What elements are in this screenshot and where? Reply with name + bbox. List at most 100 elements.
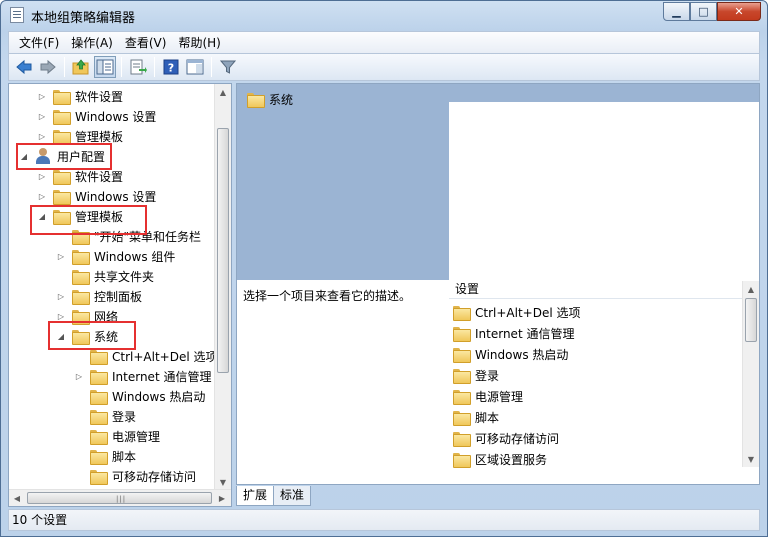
tree-item[interactable]: 共享文件夹 (56, 266, 154, 286)
scroll-right-arrow[interactable]: ▶ (214, 490, 230, 506)
list-item-label: Ctrl+Alt+Del 选项 (475, 305, 581, 320)
forward-button[interactable] (37, 56, 59, 78)
filter-button[interactable] (217, 56, 239, 78)
list-vertical-scrollbar[interactable]: ▲ ▼ (742, 281, 759, 467)
folder-icon (453, 368, 471, 384)
folder-icon (53, 189, 71, 205)
tab-extended[interactable]: 扩展 (236, 486, 275, 506)
list-item[interactable]: 电源管理 (453, 386, 523, 406)
title-bar[interactable]: 本地组策略编辑器 ▁ □ ✕ (1, 1, 767, 29)
tree-horizontal-scrollbar[interactable]: ◀ ||| ▶ (9, 489, 231, 506)
up-folder-button[interactable] (70, 56, 92, 78)
list-item[interactable]: Ctrl+Alt+Del 选项 (453, 302, 580, 322)
show-hide-tree-icon (96, 59, 114, 75)
scroll-down-arrow[interactable]: ▼ (743, 451, 759, 467)
tree-item[interactable]: ◢ 用户配置 (19, 146, 105, 166)
expanded-arrow-icon[interactable]: ◢ (19, 151, 29, 161)
collapsed-arrow-icon[interactable]: ▷ (37, 131, 47, 141)
main-window: 本地组策略编辑器 ▁ □ ✕ 文件(F) 操作(A) 查看(V) 帮助(H) ?… (0, 0, 768, 537)
minimize-icon: ▁ (672, 5, 681, 18)
tree-item[interactable]: Windows 热启动 (74, 386, 205, 406)
collapsed-arrow-icon[interactable]: ▷ (37, 191, 47, 201)
tree-item[interactable]: 可移动存储访问 (74, 466, 196, 486)
list-item[interactable]: 可移动存储访问 (453, 428, 559, 448)
help-button[interactable]: ? (160, 56, 182, 78)
menu-action[interactable]: 操作(A) (65, 33, 119, 53)
list-item[interactable]: 脚本 (453, 407, 499, 427)
tree-item-label: 可移动存储访问 (112, 469, 197, 484)
tree-item[interactable]: 脚本 (74, 446, 136, 466)
tree-item[interactable]: ▷ Windows 设置 (37, 186, 156, 206)
menu-help[interactable]: 帮助(H) (172, 33, 226, 53)
close-button[interactable]: ✕ (717, 2, 761, 21)
menu-view[interactable]: 查看(V) (119, 33, 173, 53)
collapsed-arrow-icon[interactable]: ▷ (56, 311, 66, 321)
back-button[interactable] (13, 56, 35, 78)
collapsed-arrow-icon[interactable]: ▷ (37, 111, 47, 121)
grip-icon: ||| (116, 495, 127, 503)
tree-item[interactable]: 登录 (74, 406, 136, 426)
tree-item[interactable]: ▷ 网络 (56, 306, 118, 326)
scroll-up-arrow[interactable]: ▲ (215, 84, 231, 100)
scroll-up-arrow[interactable]: ▲ (743, 281, 759, 297)
list-item[interactable]: 区域设置服务 (453, 449, 547, 469)
collapsed-arrow-icon[interactable]: ▷ (56, 291, 66, 301)
tree-item-label: Windows 组件 (94, 249, 176, 264)
tree-item[interactable]: ▷ Windows 组件 (56, 246, 175, 266)
list-item[interactable]: 登录 (453, 365, 499, 385)
tree-item[interactable]: ▷ 软件设置 (37, 86, 123, 106)
tab-standard[interactable]: 标准 (273, 486, 312, 506)
list-item[interactable]: Internet 通信管理 (453, 323, 574, 343)
triangle-up-icon: ▲ (219, 87, 227, 97)
tree-item[interactable]: Ctrl+Alt+Del 选项 (74, 346, 217, 366)
tree-vertical-scrollbar[interactable]: ▲ ▼ (214, 84, 231, 490)
expanded-arrow-icon[interactable]: ◢ (56, 331, 66, 341)
tree-item[interactable]: 电源管理 (74, 426, 160, 446)
toolbar-separator (154, 57, 155, 77)
tree-item[interactable]: ▷ 管理模板 (37, 126, 123, 146)
tree-item[interactable]: ◢ 管理模板 (37, 206, 123, 226)
folder-icon (453, 389, 471, 405)
details-header-title: 系统 (247, 91, 293, 108)
list-item-label: Windows 热启动 (475, 347, 569, 362)
window-controls: ▁ □ ✕ (663, 2, 761, 21)
tree-item[interactable]: ▷ Windows 设置 (37, 106, 156, 126)
folder-icon (53, 89, 71, 105)
export-list-button[interactable] (127, 56, 149, 78)
folder-icon (53, 129, 71, 145)
toolbar-separator (64, 57, 65, 77)
folder-icon (90, 429, 108, 445)
tree-item[interactable]: ▷ 控制面板 (56, 286, 142, 306)
list-item-label: 可移动存储访问 (475, 431, 560, 446)
tree-item[interactable]: ▷ 软件设置 (37, 166, 123, 186)
scroll-thumb[interactable] (745, 298, 757, 342)
scroll-down-arrow[interactable]: ▼ (215, 474, 231, 490)
minimize-button[interactable]: ▁ (663, 2, 690, 21)
folder-icon (453, 326, 471, 342)
status-bar: 10 个设置 (8, 509, 760, 531)
scroll-left-arrow[interactable]: ◀ (9, 490, 25, 506)
list-item[interactable]: Windows 热启动 (453, 344, 568, 364)
collapsed-arrow-icon[interactable]: ▷ (74, 371, 84, 381)
properties-pane-button[interactable] (184, 56, 206, 78)
column-header-settings[interactable]: 设置 (449, 281, 742, 299)
close-icon: ✕ (734, 5, 744, 18)
folder-icon (453, 452, 471, 468)
tree-item-label: 共享文件夹 (94, 269, 155, 284)
maximize-button[interactable]: □ (690, 2, 717, 21)
menu-file[interactable]: 文件(F) (13, 33, 65, 53)
toolbar-separator (121, 57, 122, 77)
tree-item[interactable]: "开始"菜单和任务栏 (56, 226, 201, 246)
tree-pane[interactable]: ▷ 软件设置 ▷ Windows 设置 ▷ 管理模板 ◢ 用户配置 ▷ 软件设置 ▷ Windows … (8, 83, 232, 507)
collapsed-arrow-icon[interactable]: ▷ (37, 171, 47, 181)
hscroll-thumb[interactable]: ||| (27, 492, 212, 504)
show-hide-tree-button[interactable] (94, 56, 116, 78)
expanded-arrow-icon[interactable]: ◢ (37, 211, 47, 221)
tree-item[interactable]: ▷ Internet 通信管理 (74, 366, 211, 386)
scroll-thumb[interactable] (217, 128, 229, 373)
collapsed-arrow-icon[interactable]: ▷ (37, 91, 47, 101)
tree-item[interactable]: ◢ 系统 (56, 326, 118, 346)
folder-icon (72, 329, 90, 345)
details-pane: 系统 选择一个项目来查看它的描述。 设置 Ctrl+Alt+Del 选项 Inte… (236, 83, 760, 485)
collapsed-arrow-icon[interactable]: ▷ (56, 251, 66, 261)
